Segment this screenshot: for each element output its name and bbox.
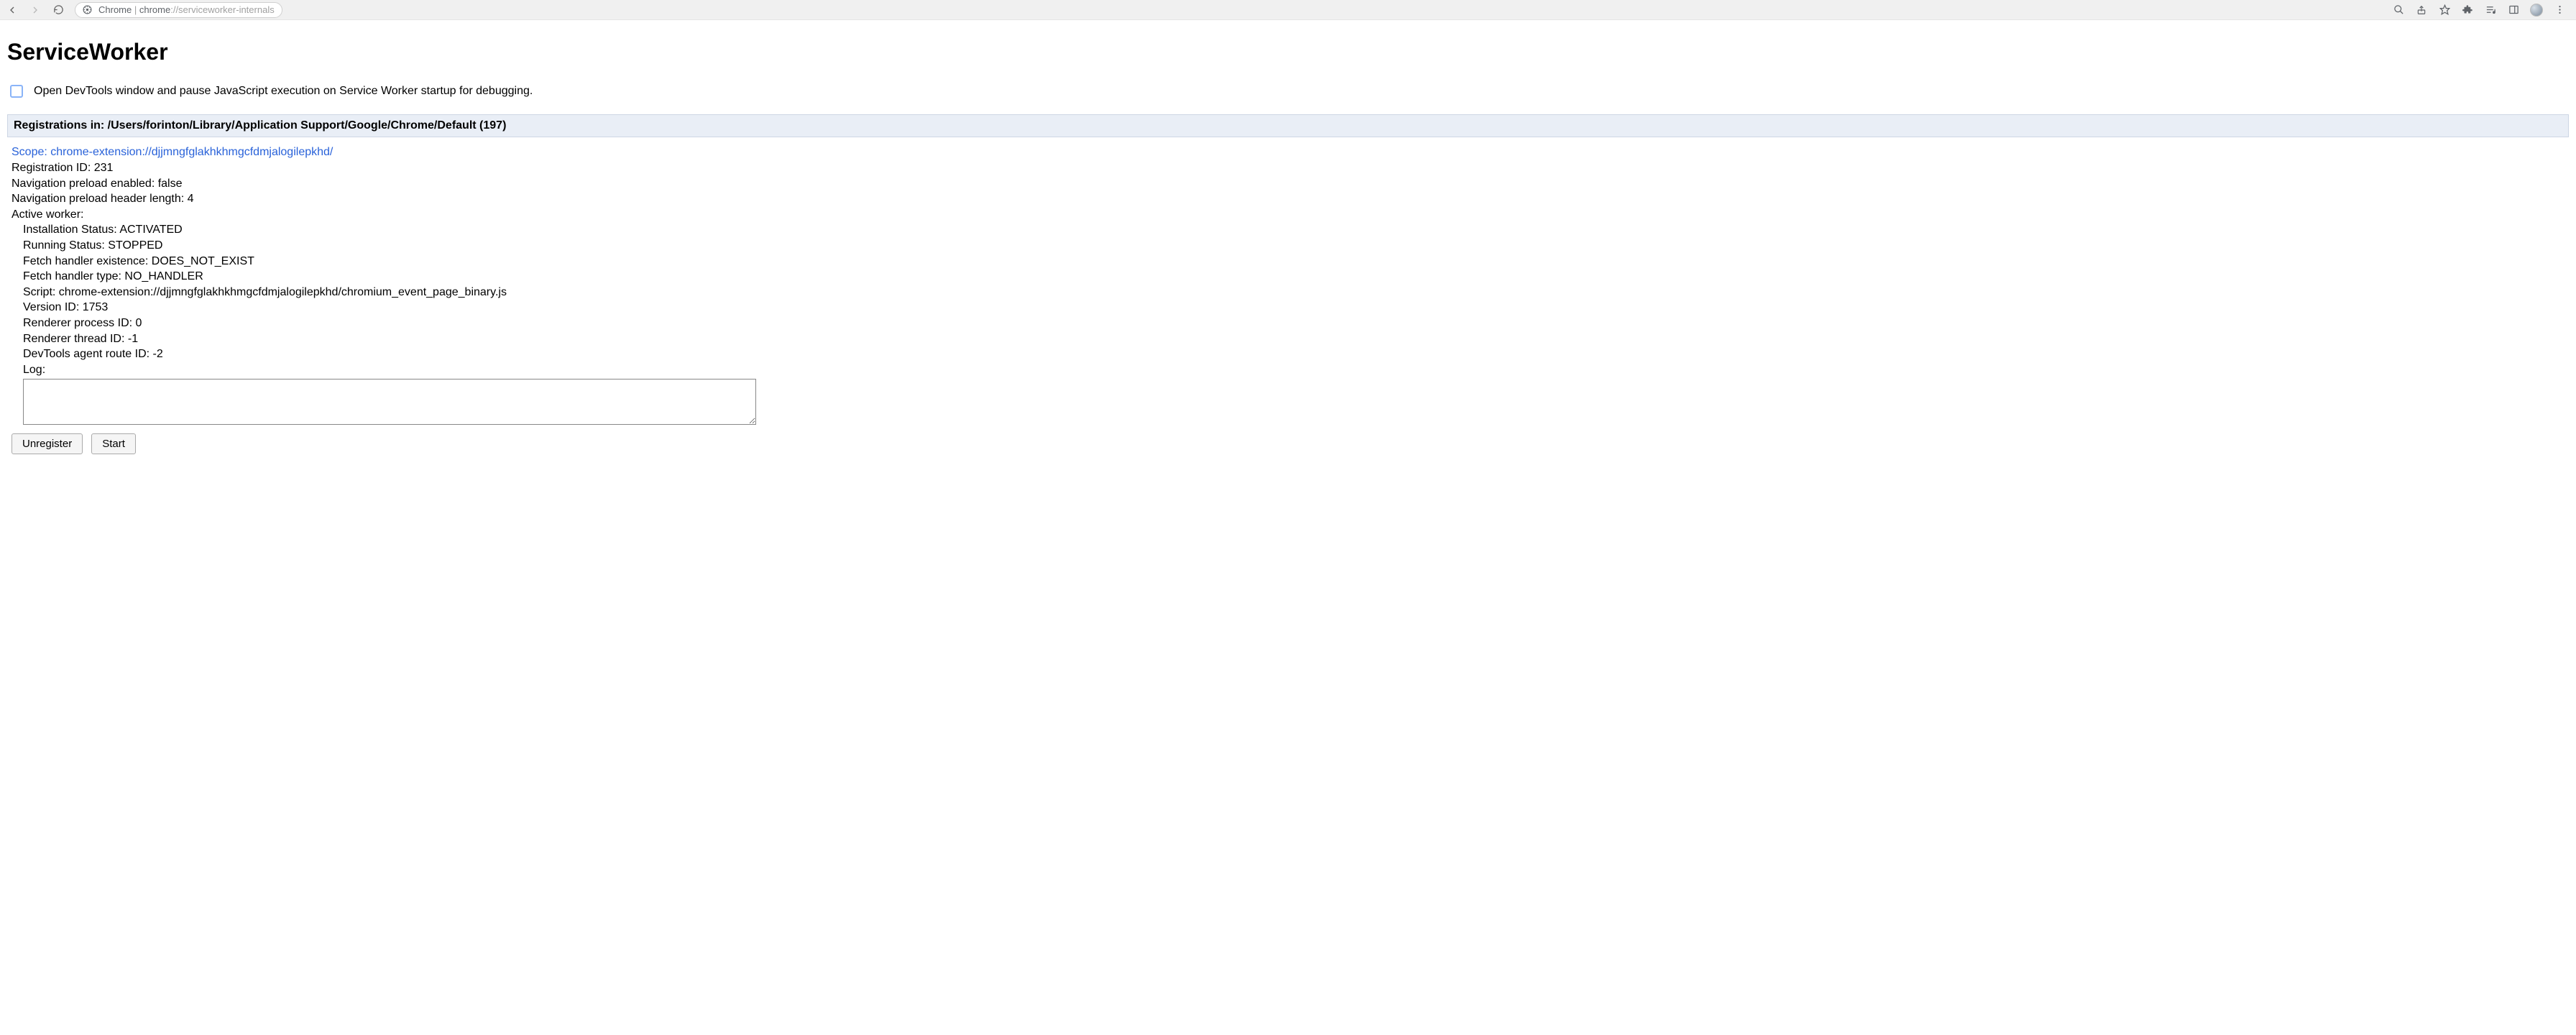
install-status-label: Installation Status: (23, 224, 119, 236)
renderer-tid-value: -1 (128, 333, 138, 345)
version-id-value: 1753 (83, 301, 109, 313)
scope-label: Scope: (12, 146, 50, 158)
address-bar-wrap: Chrome | chrome://serviceworker-internal… (75, 2, 2392, 18)
address-bar[interactable]: Chrome | chrome://serviceworker-internal… (75, 2, 282, 18)
fetch-existence-label: Fetch handler existence: (23, 255, 152, 267)
nav-preload-enabled-value: false (158, 178, 183, 190)
nav-preload-header-value: 4 (188, 193, 194, 205)
start-button[interactable]: Start (91, 433, 136, 454)
install-status-value: ACTIVATED (119, 224, 182, 236)
renderer-tid-label: Renderer thread ID: (23, 333, 128, 345)
url-display: Chrome | chrome://serviceworker-internal… (98, 4, 275, 15)
nav-preload-enabled-line: Navigation preload enabled: false (12, 176, 2564, 192)
script-value: chrome-extension://djjmngfglakhkhmgcfdmj… (59, 286, 507, 298)
devtools-route-value: -2 (153, 348, 163, 360)
fetch-existence-line: Fetch handler existence: DOES_NOT_EXIST (12, 254, 2564, 270)
registration-block: Scope: chrome-extension://djjmngfglakhkh… (7, 146, 2569, 454)
running-status-line: Running Status: STOPPED (12, 238, 2564, 254)
version-id-label: Version ID: (23, 301, 83, 313)
browser-toolbar: Chrome | chrome://serviceworker-internal… (0, 0, 2576, 20)
profile-avatar[interactable] (2530, 4, 2543, 17)
fetch-existence-value: DOES_NOT_EXIST (152, 255, 254, 267)
extensions-icon[interactable] (2461, 4, 2474, 17)
log-label: Log: (12, 362, 2564, 378)
unregister-button[interactable]: Unregister (12, 433, 83, 454)
playlist-icon[interactable] (2484, 4, 2497, 17)
side-panel-icon[interactable] (2507, 4, 2520, 17)
kebab-menu-icon[interactable] (2553, 4, 2566, 17)
devtools-route-label: DevTools agent route ID: (23, 348, 153, 360)
site-info-icon[interactable] (83, 5, 93, 15)
renderer-tid-line: Renderer thread ID: -1 (12, 331, 2564, 347)
debug-devtools-checkbox[interactable] (10, 85, 23, 98)
fetch-type-value: NO_HANDLER (124, 270, 203, 282)
reload-icon[interactable] (52, 4, 65, 17)
nav-preload-header-line: Navigation preload header length: 4 (12, 191, 2564, 207)
script-line: Script: chrome-extension://djjmngfglakhk… (12, 285, 2564, 300)
nav-buttons (6, 4, 65, 17)
page-content: ServiceWorker Open DevTools window and p… (0, 20, 2576, 483)
toolbar-right (2392, 4, 2570, 17)
devtools-route-line: DevTools agent route ID: -2 (12, 346, 2564, 362)
registration-id-value: 231 (94, 162, 114, 174)
url-rest: ://serviceworker-internals (170, 4, 275, 15)
install-status-line: Installation Status: ACTIVATED (12, 222, 2564, 238)
log-textarea[interactable] (23, 379, 756, 425)
running-status-value: STOPPED (108, 239, 162, 252)
share-icon[interactable] (2415, 4, 2428, 17)
back-icon[interactable] (6, 4, 19, 17)
url-scheme: chrome (139, 4, 170, 15)
page-title: ServiceWorker (7, 39, 2569, 65)
url-sep: | (132, 4, 139, 15)
registration-id-line: Registration ID: 231 (12, 160, 2564, 176)
debug-option-row: Open DevTools window and pause JavaScrip… (7, 83, 2569, 100)
nav-preload-enabled-label: Navigation preload enabled: (12, 178, 158, 190)
fetch-type-label: Fetch handler type: (23, 270, 124, 282)
forward-icon[interactable] (29, 4, 42, 17)
fetch-type-line: Fetch handler type: NO_HANDLER (12, 269, 2564, 285)
scope-line: Scope: chrome-extension://djjmngfglakhkh… (12, 146, 2564, 159)
script-label: Script: (23, 286, 59, 298)
debug-devtools-label: Open DevTools window and pause JavaScrip… (34, 85, 533, 98)
nav-preload-header-label: Navigation preload header length: (12, 193, 188, 205)
version-id-line: Version ID: 1753 (12, 300, 2564, 316)
registrations-section-header: Registrations in: /Users/forinton/Librar… (7, 114, 2569, 137)
url-prefix: Chrome (98, 4, 132, 15)
running-status-label: Running Status: (23, 239, 108, 252)
renderer-pid-label: Renderer process ID: (23, 317, 136, 329)
active-worker-label: Active worker: (12, 207, 2564, 223)
renderer-pid-line: Renderer process ID: 0 (12, 316, 2564, 331)
renderer-pid-value: 0 (136, 317, 142, 329)
zoom-icon[interactable] (2392, 4, 2405, 17)
bookmark-star-icon[interactable] (2438, 4, 2451, 17)
registration-id-label: Registration ID: (12, 162, 94, 174)
scope-value[interactable]: chrome-extension://djjmngfglakhkhmgcfdmj… (50, 146, 333, 158)
action-buttons: Unregister Start (12, 433, 2564, 454)
log-wrap (12, 379, 2564, 425)
